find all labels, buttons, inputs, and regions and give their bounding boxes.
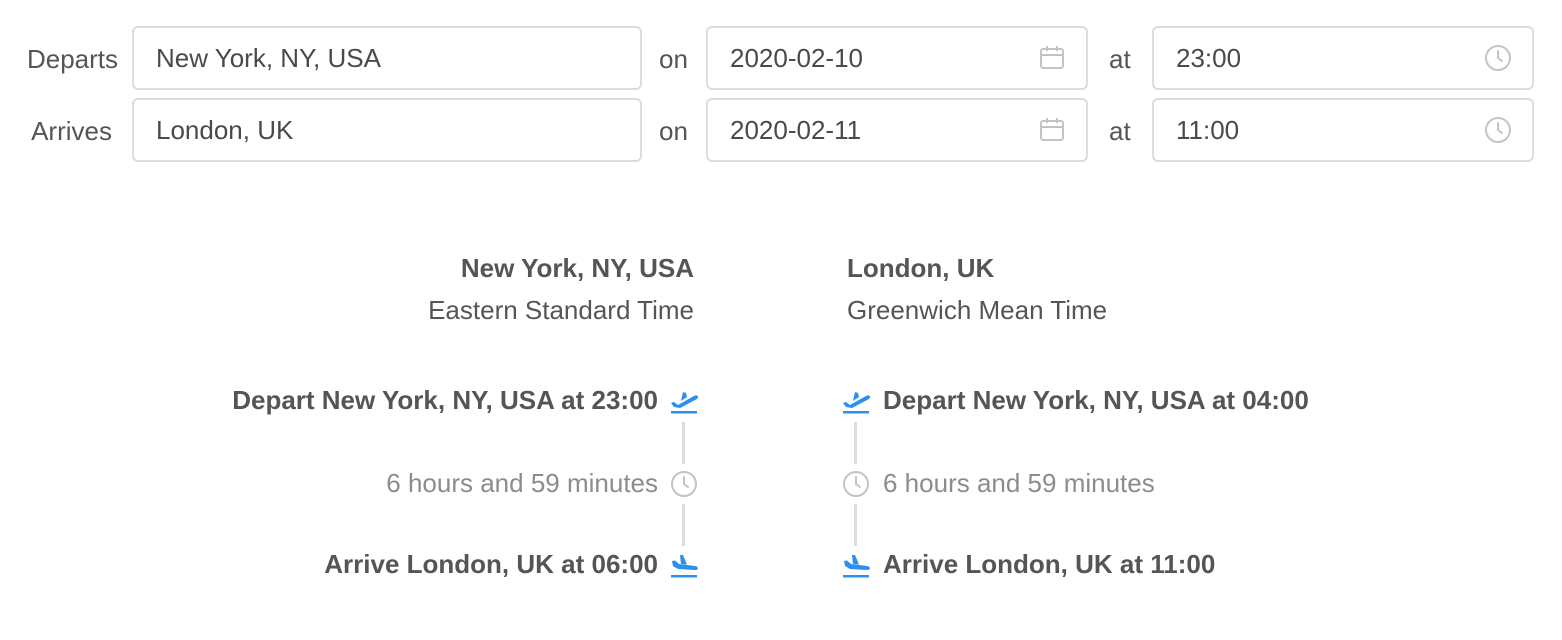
arrives-location-input[interactable] (134, 100, 640, 160)
plane-landing-icon (841, 550, 871, 580)
destination-connector-top (854, 422, 857, 464)
departs-time-field[interactable] (1152, 26, 1534, 90)
destination-zone-name: London, UK (847, 253, 995, 283)
origin-duration-text: 6 hours and 59 minutes (386, 468, 658, 498)
origin-zone-name: New York, NY, USA (460, 253, 694, 283)
departs-time-input[interactable] (1154, 28, 1484, 88)
origin-connector-top (682, 422, 685, 464)
clock-icon[interactable] (1484, 116, 1512, 144)
plane-landing-icon (669, 550, 699, 580)
destination-arrive-text: Arrive London, UK at 11:00 (883, 549, 1216, 579)
origin-zone: New York, NY, USA Eastern Standard Time (428, 252, 694, 326)
departs-location-field[interactable] (132, 26, 642, 90)
arrives-date-input[interactable] (708, 100, 1038, 160)
arrives-date-field[interactable] (706, 98, 1088, 162)
origin-arrive-text: Arrive London, UK at 06:00 (324, 549, 658, 579)
plane-takeoff-icon (669, 386, 699, 416)
calendar-icon[interactable] (1038, 116, 1066, 144)
departs-date-input[interactable] (708, 28, 1038, 88)
clock-icon (841, 469, 871, 499)
destination-zone: London, UK Greenwich Mean Time (847, 252, 1107, 326)
departs-on-label: on (659, 44, 688, 74)
plane-takeoff-icon (841, 386, 871, 416)
departs-at-label: at (1109, 44, 1131, 74)
departs-label: Departs (26, 44, 118, 74)
arrives-location-field[interactable] (132, 98, 642, 162)
clock-icon[interactable] (1484, 44, 1512, 72)
origin-connector-bottom (682, 504, 685, 546)
departs-location-input[interactable] (134, 28, 640, 88)
arrives-time-input[interactable] (1154, 100, 1484, 160)
origin-depart-text: Depart New York, NY, USA at 23:00 (232, 385, 658, 415)
arrives-time-field[interactable] (1152, 98, 1534, 162)
origin-zone-description: Eastern Standard Time (428, 295, 694, 325)
clock-icon (669, 469, 699, 499)
destination-duration-text: 6 hours and 59 minutes (883, 468, 1155, 498)
destination-zone-description: Greenwich Mean Time (847, 295, 1108, 325)
arrives-label: Arrives (31, 116, 112, 146)
arrives-at-label: at (1109, 116, 1131, 146)
departs-date-field[interactable] (706, 26, 1088, 90)
destination-connector-bottom (854, 504, 857, 546)
calendar-icon[interactable] (1038, 44, 1066, 72)
destination-depart-text: Depart New York, NY, USA at 04:00 (883, 385, 1309, 415)
arrives-on-label: on (659, 116, 688, 146)
